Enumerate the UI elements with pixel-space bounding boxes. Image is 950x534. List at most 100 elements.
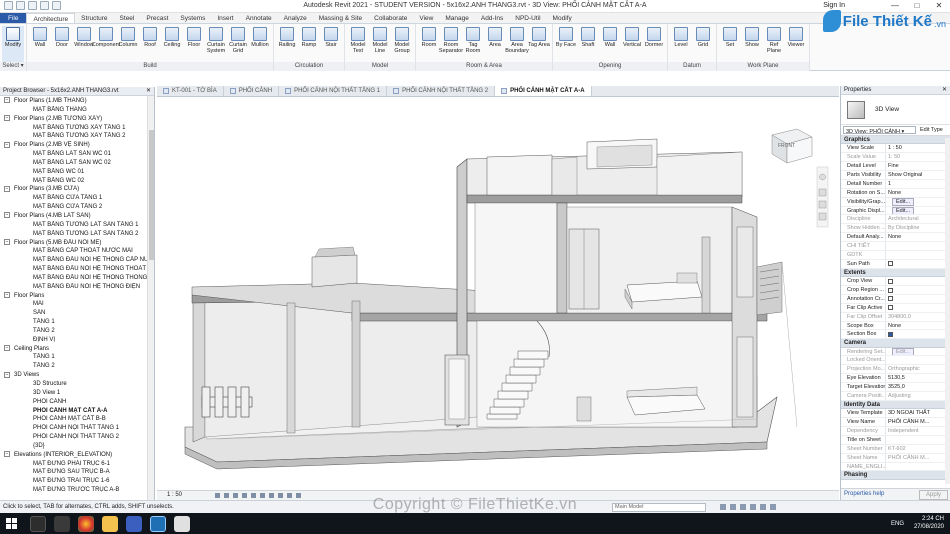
property-row[interactable]: Sheet Name PHỐI CẢNH M...: [841, 453, 950, 463]
property-value[interactable]: [886, 277, 950, 285]
ribbon-tab-modify[interactable]: Modify: [547, 13, 578, 23]
property-value[interactable]: Independent: [886, 427, 950, 435]
tree-view-item[interactable]: MẶT BẰNG CẤP THOÁT NƯỚC MÁI: [0, 247, 154, 256]
tree-view-item[interactable]: MẶT BẰNG ĐẤU NỐI HỆ THỐNG THOÁT N: [0, 265, 154, 274]
view-tab[interactable]: PHỐI CẢNH MẶT CẮT A-A: [495, 86, 592, 96]
property-value[interactable]: KT-602: [886, 445, 950, 453]
property-checkbox[interactable]: [888, 261, 893, 267]
task-view-icon[interactable]: [54, 516, 70, 532]
ribbon-group-label[interactable]: Circulation: [274, 62, 344, 71]
collapse-toggle-icon[interactable]: −: [4, 451, 10, 458]
property-value[interactable]: [886, 356, 950, 364]
tree-view-item[interactable]: MẶT BẰNG THANG: [0, 106, 154, 115]
tree-view-item[interactable]: MẶT BẰNG TƯỜNG LÁT SÀN TẦNG 1: [0, 221, 154, 230]
ribbon-group-label[interactable]: Build: [27, 62, 273, 71]
tree-group[interactable]: − Floor Plans (5.MB ĐẤU NỐI ME): [0, 238, 154, 248]
tree-group[interactable]: − Floor Plans (2.MB VỆ SINH): [0, 141, 154, 150]
tree-view-item[interactable]: PHỐI CẢNH MẶT CẮT B-B: [0, 415, 154, 424]
tree-view-item[interactable]: MẶT ĐỨNG TRƯỚC TRỤC A-B: [0, 486, 154, 495]
property-row[interactable]: Scope Box None: [841, 321, 950, 331]
property-row[interactable]: Target Elevation 3525,0: [841, 383, 950, 393]
property-checkbox[interactable]: [888, 331, 893, 337]
tree-group[interactable]: − Ceiling Plans: [0, 345, 154, 354]
property-value[interactable]: [886, 251, 950, 259]
property-checkbox[interactable]: [888, 296, 893, 302]
collapse-toggle-icon[interactable]: −: [4, 238, 10, 245]
property-value[interactable]: Architectural: [886, 215, 950, 223]
navigation-bar[interactable]: [816, 166, 829, 228]
chrome-icon[interactable]: [78, 516, 94, 532]
collapse-toggle-icon[interactable]: −: [4, 345, 10, 352]
property-edit-button[interactable]: Edit...: [892, 347, 915, 356]
property-row[interactable]: Annotation Cr...: [841, 294, 950, 304]
collapse-toggle-icon[interactable]: −: [4, 212, 10, 219]
ribbon-tab-annotate[interactable]: Annotate: [240, 13, 278, 23]
property-row[interactable]: Show Hidden ... By Discipline: [841, 224, 950, 234]
tree-view-item[interactable]: PHỐI CẢNH NỘI THẤT TẦNG 2: [0, 433, 154, 442]
ribbon-tab-collaborate[interactable]: Collaborate: [368, 13, 413, 23]
property-row[interactable]: Crop View: [841, 277, 950, 286]
tree-view-item[interactable]: PHỐI CẢNH MẶT CẮT A-A: [0, 407, 154, 416]
property-value[interactable]: [886, 436, 950, 444]
property-row[interactable]: Title on Sheet: [841, 435, 950, 445]
property-value[interactable]: [886, 260, 950, 268]
project-browser-scrollbar[interactable]: [147, 96, 154, 500]
tree-view-item[interactable]: MÁI: [0, 300, 154, 309]
tree-view-item[interactable]: MẶT BẰNG CỬA TẦNG 1: [0, 194, 154, 203]
tree-group[interactable]: − Floor Plans: [0, 291, 154, 301]
property-value[interactable]: [886, 295, 950, 303]
tree-view-item[interactable]: MẶT BẰNG ĐẤU NỐI HỆ THỐNG THÔNG T: [0, 274, 154, 283]
property-row[interactable]: Detail Level Fine: [841, 162, 950, 171]
property-value[interactable]: None: [886, 322, 950, 330]
property-value[interactable]: [886, 242, 950, 250]
ribbon-tab-npd-util[interactable]: NPD-Util: [509, 13, 546, 23]
property-row[interactable]: Projection Mo... Orthographic: [841, 365, 950, 375]
tree-view-item[interactable]: 3D Structure: [0, 380, 154, 389]
drawing-canvas[interactable]: FRONT: [157, 97, 839, 490]
tree-view-item[interactable]: {3D}: [0, 442, 154, 451]
tree-view-item[interactable]: MẶT BẰNG CỬA TẦNG 2: [0, 203, 154, 212]
property-row[interactable]: Locked Orient...: [841, 356, 950, 366]
tree-view-item[interactable]: MẶT ĐỨNG SAU TRỤC B-A: [0, 468, 154, 477]
property-value[interactable]: Edit...: [886, 197, 950, 206]
tree-view-item[interactable]: ĐỊNH VỊ: [0, 336, 154, 345]
collapse-toggle-icon[interactable]: −: [4, 141, 10, 148]
tree-group[interactable]: − Floor Plans (1.MB THANG): [0, 97, 154, 106]
ribbon-group-label[interactable]: Work Plane: [717, 62, 809, 71]
property-row[interactable]: Graphic Displ... Edit...: [841, 206, 950, 216]
property-row[interactable]: Dependency Independent: [841, 427, 950, 436]
property-checkbox[interactable]: [888, 278, 893, 284]
ribbon-tab-view[interactable]: View: [413, 13, 439, 23]
properties-scrollbar[interactable]: [945, 138, 950, 484]
property-value[interactable]: Fine: [886, 162, 950, 170]
property-value[interactable]: Orthographic: [886, 365, 950, 373]
property-edit-button[interactable]: Edit...: [892, 206, 915, 215]
ribbon-tab-analyze[interactable]: Analyze: [278, 13, 313, 23]
property-row[interactable]: View Template 3D NGOẠI THẤT: [841, 409, 950, 419]
property-row[interactable]: Discipline Architectural: [841, 215, 950, 225]
windows-start-icon[interactable]: [6, 518, 18, 530]
revit-taskbar-icon[interactable]: [150, 516, 166, 532]
ribbon-group-label[interactable]: Datum: [668, 62, 716, 71]
ribbon-tab-manage[interactable]: Manage: [439, 13, 475, 23]
tree-group[interactable]: − Floor Plans (4.MB LÁT SÀN): [0, 212, 154, 221]
ribbon-tab-architecture[interactable]: Architecture: [26, 13, 76, 23]
tree-view-item[interactable]: MẶT ĐỨNG PHẢI TRỤC 6-1: [0, 460, 154, 469]
property-row[interactable]: NAME_ENGLI...: [841, 462, 950, 472]
edit-type-button[interactable]: Edit Type: [918, 125, 950, 135]
tree-view-item[interactable]: MẶT BẰNG ĐẤU NỐI HỆ THỐNG ĐIỆN: [0, 283, 154, 292]
property-value[interactable]: PHỐI CẢNH M...: [886, 418, 950, 426]
property-value[interactable]: [886, 330, 950, 338]
ribbon-group-label[interactable]: Opening: [553, 62, 667, 71]
tree-view-item[interactable]: SÂN: [0, 309, 154, 318]
system-tray[interactable]: ENG 2:24 CH 27/08/2020: [891, 515, 944, 531]
tree-view-item[interactable]: 3D View 1: [0, 389, 154, 398]
ribbon-tab-massing-site[interactable]: Massing & Site: [313, 13, 368, 23]
tree-view-item[interactable]: MẶT BẰNG TƯỜNG LÁT SÀN TẦNG 2: [0, 230, 154, 239]
tree-view-item[interactable]: PHỐI CẢNH: [0, 398, 154, 407]
tree-view-item[interactable]: MẶT BẰNG WC 02: [0, 177, 154, 186]
property-value[interactable]: None: [886, 233, 950, 241]
file-explorer-icon[interactable]: [102, 516, 118, 532]
word-icon[interactable]: [126, 516, 142, 532]
property-value[interactable]: PHỐI CẢNH M...: [886, 454, 950, 462]
